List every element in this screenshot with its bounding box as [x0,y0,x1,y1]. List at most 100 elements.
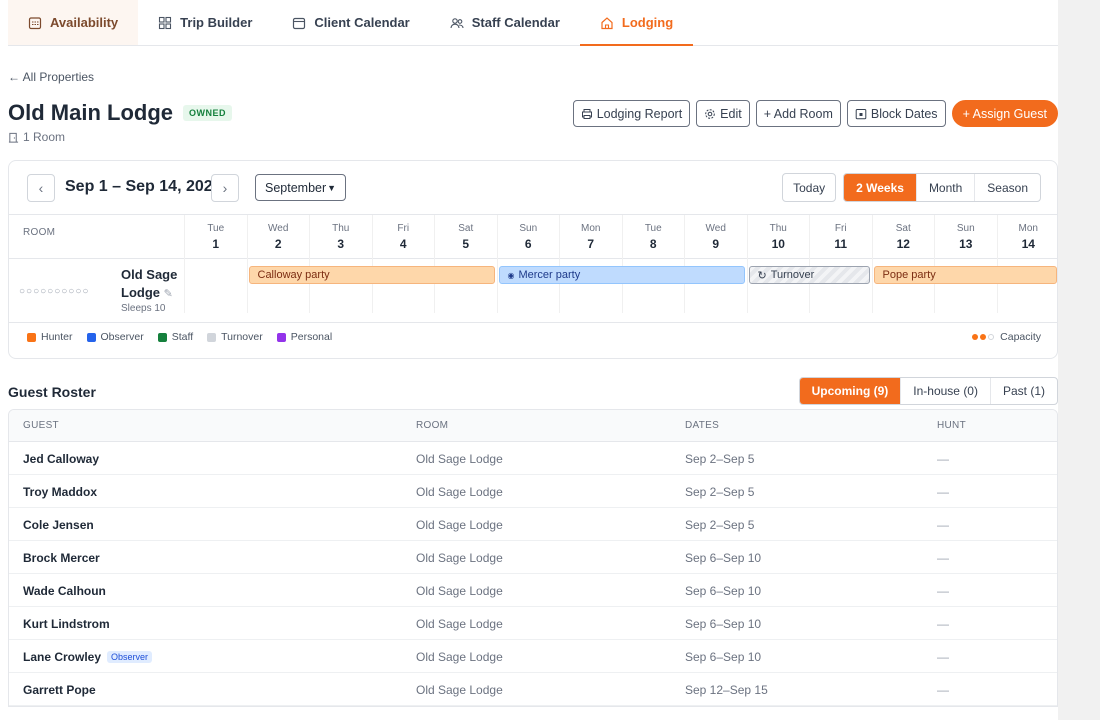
legend-label: Personal [290,331,333,343]
hunt-cell: — [937,617,949,631]
day-number: 13 [959,237,973,251]
day-header: Wed 9 [684,215,747,259]
day-name: Sat [458,223,474,234]
booking-bar[interactable]: ↻ Turnover [748,266,870,284]
tab-client-calendar[interactable]: Client Calendar [272,0,429,45]
view-season[interactable]: Season [974,174,1040,201]
view-2-weeks[interactable]: 2 Weeks [844,174,916,201]
edit-button[interactable]: Edit [696,100,750,127]
hunt-cell: — [937,452,949,466]
refresh-icon: ↻ [757,269,767,282]
booking-bar[interactable]: Calloway party [248,266,495,284]
legend-item: Hunter [27,331,73,343]
table-row[interactable]: Cole Jensen Old Sage Lodge Sep 2–Sep 5 — [9,508,1057,541]
prev-range-button[interactable]: ‹ [27,174,55,202]
calendar-grid-icon [28,16,42,29]
tab-in-house[interactable]: In-house (0) [900,378,990,404]
day-name: Thu [769,223,787,234]
legend: Hunter Observer Staff Turnover Personal [27,331,332,343]
guest-name: Garrett Pope [23,683,96,697]
chevron-left-icon: ‹ [38,180,44,196]
room-cell: Old Sage Lodge [416,518,503,532]
hunt-cell: — [937,683,949,697]
day-header: Tue 8 [621,215,685,259]
tab-label: Trip Builder [180,15,253,30]
table-row[interactable]: Kurt Lindstrom Old Sage Lodge Sep 6–Sep 10… [9,607,1057,640]
tab-past[interactable]: Past (1) [989,378,1057,404]
sleeps-label: Sleeps 10 [121,303,166,314]
table-row[interactable]: Wade Calhoun Old Sage Lodge Sep 6–Sep 10 — [9,574,1057,607]
guest-name: Wade Calhoun [23,584,106,598]
day-name: Fri [397,223,410,234]
view-label: 2 Weeks [856,180,904,195]
dates-cell: Sep 6–Sep 10 [685,650,762,664]
next-range-button[interactable]: › [211,174,239,202]
table-row[interactable]: Troy Maddox Old Sage Lodge Sep 2–Sep 5 — [9,475,1057,508]
day-name: Tue [644,223,662,234]
pencil-icon[interactable]: ✎ [164,288,173,300]
tab-availability[interactable]: Availability [8,0,139,45]
roster-title: Guest Roster [8,384,96,400]
table-row[interactable]: Garrett Pope Old Sage Lodge Sep 12–Sep 15 — [9,673,1057,706]
room-cell: Old Sage Lodge [416,485,503,499]
legend-item: Observer [86,331,144,343]
legend-swatch [157,332,167,342]
tab-label: Lodging [621,15,674,30]
back-link[interactable]: ← All Properties [8,70,94,84]
roster-tab-label: Past (1) [1002,384,1045,398]
day-header: Thu 10 [746,215,810,259]
gear-icon [705,108,715,119]
block-dates-button[interactable]: Block Dates [846,100,946,127]
lodging-report-button[interactable]: Lodging Report [572,100,691,127]
day-cell[interactable] [184,259,247,313]
table-row[interactable]: Brock Mercer Old Sage Lodge Sep 6–Sep 10 — [9,541,1057,574]
scrollbar[interactable] [1058,0,1100,720]
capacity-legend: Capacity [972,331,1041,343]
tab-label: Availability [50,15,119,30]
legend-label: Turnover [221,331,263,343]
tab-trip-builder[interactable]: Trip Builder [138,0,272,45]
tab-lodging[interactable]: Lodging [579,0,694,46]
hunt-cell: — [937,485,949,499]
day-header: Sun 13 [934,215,997,259]
view-label: Month [928,180,963,195]
day-number: 9 [712,237,720,251]
room-name[interactable]: Old Sage Lodge ✎ [121,266,177,303]
title-row: Old Main Lodge OWNED [8,100,232,126]
tab-staff-calendar[interactable]: Staff Calendar [430,0,580,45]
day-header: Fri 11 [809,215,872,259]
room-cell: Old Sage Lodge [416,584,503,598]
month-select[interactable]: September ▼ [255,174,346,201]
table-row[interactable]: Lane Crowley Observer Old Sage Lodge Sep 6–… [9,640,1057,673]
view-label: Season [987,180,1028,195]
day-number: 2 [274,237,282,251]
owned-badge: OWNED [183,105,232,121]
today-label: Today [793,180,826,195]
rooms-count-label: 1 Room [23,130,66,144]
col-room: ROOM [416,420,449,431]
table-body: Jed Calloway Old Sage Lodge Sep 2–Sep 5— Tr… [9,442,1057,706]
assign-guest-button[interactable]: + Assign Guest [951,100,1058,127]
room-cell: Old Sage Lodge [416,650,503,664]
calendar-toolbar: ‹ Sep 1 – Sep 14, 2026 › September ▼ Toda… [9,161,1057,214]
day-header: Fri 4 [371,215,435,259]
add-room-button[interactable]: + Add Room [755,100,841,127]
day-header: Thu 3 [309,215,372,259]
top-nav-tabs: Availability Trip Builder Client Calenda… [8,0,1058,46]
table-row[interactable]: Jed Calloway Old Sage Lodge Sep 2–Sep 5 — [9,442,1057,475]
room-name-line1: Old Sage [121,267,178,282]
booking-bar[interactable]: ◉ Mercer party [498,266,745,284]
view-month[interactable]: Month [915,174,974,201]
day-number: 7 [587,237,595,251]
guest-name: Lane Crowley [23,650,102,664]
booking-label: Calloway party [257,269,330,281]
dates-cell: Sep 12–Sep 15 [685,683,768,697]
legend-swatch [207,332,217,342]
tab-upcoming[interactable]: Upcoming (9) [799,378,901,404]
today-button[interactable]: Today [782,173,837,202]
day-name: Fri [834,223,847,234]
col-dates: DATES [685,420,720,431]
day-name: Wed [268,223,289,234]
booking-bar[interactable]: Pope party [873,266,1057,284]
block-dates-label: Block Dates [870,106,938,121]
